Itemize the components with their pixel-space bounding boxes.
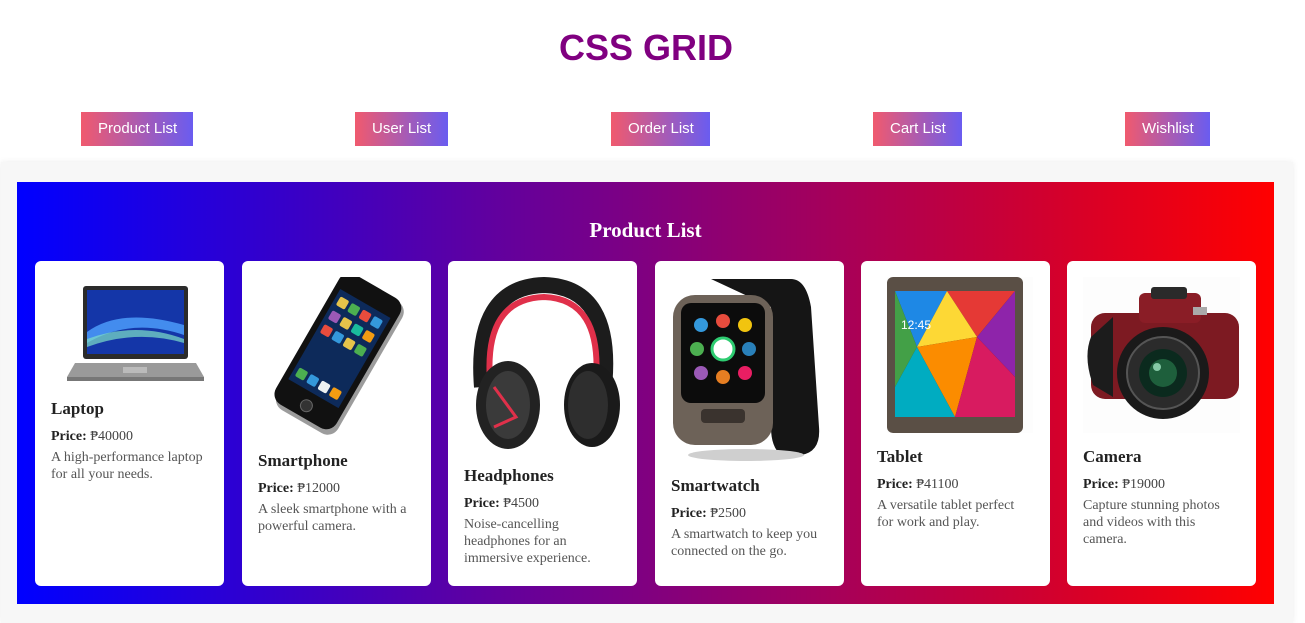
product-description: A high-performance laptop for all your n… — [51, 450, 203, 482]
product-card: Smartphone Price: ₱12000 A sleek smartph… — [242, 261, 431, 586]
product-price: Price: ₱40000 — [51, 429, 134, 444]
page-title: CSS GRID — [558, 27, 734, 68]
product-card: Smartwatch Price: ₱2500 A smartwatch to … — [655, 261, 844, 586]
product-description: Noise-cancelling headphones for an immer… — [464, 517, 591, 566]
tablet-image: 12:45 — [887, 277, 1033, 433]
product-price: Price: ₱2500 — [671, 506, 747, 521]
product-name: Headphones — [464, 466, 554, 485]
nav-product-list-button[interactable]: Product List — [81, 112, 193, 146]
product-description: A sleek smartphone with a powerful camer… — [258, 502, 407, 534]
product-description: A versatile tablet perfect for work and … — [877, 498, 1015, 530]
smartphone-image — [274, 277, 404, 435]
nav-cart-list-button[interactable]: Cart List — [873, 112, 962, 146]
product-list-section: Product List Laptop Price: ₱40000 A high… — [17, 182, 1274, 604]
product-price: Price: ₱41100 — [877, 477, 959, 492]
smartwatch-image — [673, 279, 820, 461]
product-name: Smartphone — [258, 451, 348, 470]
product-description: Capture stunning photos and videos with … — [1083, 498, 1220, 547]
product-description: A smartwatch to keep you connected on th… — [671, 527, 818, 559]
svg-text:12:45: 12:45 — [901, 318, 931, 332]
product-price: Price: ₱4500 — [464, 496, 540, 511]
product-name: Smartwatch — [671, 476, 760, 495]
product-card: Headphones Price: ₱4500 Noise-cancelling… — [448, 261, 637, 586]
product-price: Price: ₱12000 — [258, 481, 341, 496]
product-price: Price: ₱19000 — [1083, 477, 1166, 492]
product-name: Camera — [1083, 447, 1142, 466]
product-card: Laptop Price: ₱40000 A high-performance … — [35, 261, 224, 586]
laptop-image — [67, 286, 204, 381]
camera-image — [1083, 277, 1240, 433]
product-name: Tablet — [877, 447, 923, 466]
product-card: Camera Price: ₱19000 Capture stunning ph… — [1067, 261, 1256, 586]
section-title: Product List — [589, 218, 702, 242]
headphones-image — [473, 277, 620, 449]
nav-order-list-button[interactable]: Order List — [611, 112, 710, 146]
product-name: Laptop — [51, 399, 104, 418]
product-card: 12:45 Tablet Price: ₱41100 A versatile t… — [861, 261, 1050, 586]
nav-user-list-button[interactable]: User List — [355, 112, 448, 146]
nav-wishlist-button[interactable]: Wishlist — [1125, 112, 1210, 146]
